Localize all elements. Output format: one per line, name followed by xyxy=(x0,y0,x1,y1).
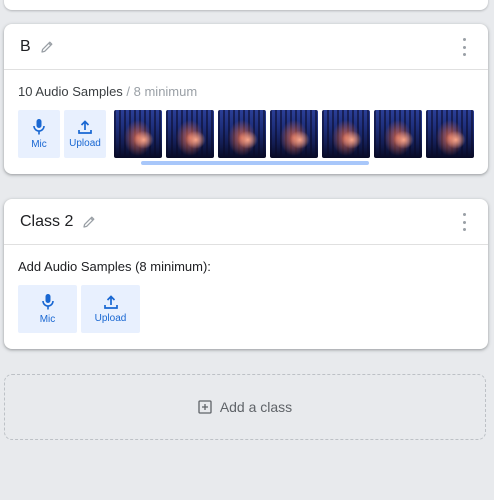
class-card-header: Class 2 xyxy=(4,199,488,245)
samples-minimum-text: / 8 minimum xyxy=(122,84,198,99)
samples-count-text: 10 Audio Samples xyxy=(18,84,123,99)
more-vert-icon[interactable] xyxy=(456,38,472,56)
thumbnails-scrollbar[interactable] xyxy=(141,161,369,165)
audio-sample-thumbnail[interactable] xyxy=(374,110,422,158)
class-card-body: 10 Audio Samples / 8 minimum Mic Upload xyxy=(4,70,488,158)
sample-thumbnails xyxy=(114,110,474,158)
class-card-b: B 10 Audio Samples / 8 minimum Mic Uploa… xyxy=(4,24,488,174)
add-class-button[interactable]: Add a class xyxy=(4,374,486,440)
audio-sample-thumbnail[interactable] xyxy=(322,110,370,158)
add-box-icon xyxy=(198,400,212,414)
mic-button[interactable]: Mic xyxy=(18,285,77,333)
upload-button[interactable]: Upload xyxy=(64,110,106,158)
sample-toolbar: Mic Upload xyxy=(18,285,474,333)
audio-sample-thumbnail[interactable] xyxy=(426,110,474,158)
audio-sample-thumbnail[interactable] xyxy=(218,110,266,158)
mic-icon xyxy=(33,119,45,135)
class-card-class-2: Class 2 Add Audio Samples (8 minimum): M… xyxy=(4,199,488,349)
samples-count: 10 Audio Samples / 8 minimum xyxy=(18,84,474,99)
mic-label: Mic xyxy=(31,139,47,150)
add-samples-prompt: Add Audio Samples (8 minimum): xyxy=(18,259,211,274)
mic-button[interactable]: Mic xyxy=(18,110,60,158)
class-card-body: Add Audio Samples (8 minimum): Mic Uploa… xyxy=(4,245,488,333)
upload-button[interactable]: Upload xyxy=(81,285,140,333)
class-name[interactable]: B xyxy=(20,38,31,56)
upload-label: Upload xyxy=(94,313,127,324)
add-class-label: Add a class xyxy=(219,399,293,415)
mic-icon xyxy=(41,294,54,310)
sample-toolbar: Mic Upload xyxy=(18,110,474,158)
mic-label: Mic xyxy=(39,314,56,325)
upload-label: Upload xyxy=(69,138,101,149)
previous-class-card-edge xyxy=(4,0,488,10)
more-vert-icon[interactable] xyxy=(456,213,472,231)
pencil-icon[interactable] xyxy=(81,214,97,230)
audio-sample-thumbnail[interactable] xyxy=(166,110,214,158)
class-card-header: B xyxy=(4,24,488,70)
upload-icon xyxy=(103,295,118,309)
audio-sample-thumbnail[interactable] xyxy=(114,110,162,158)
upload-icon xyxy=(78,120,92,134)
pencil-icon[interactable] xyxy=(39,39,55,55)
audio-sample-thumbnail[interactable] xyxy=(270,110,318,158)
class-name[interactable]: Class 2 xyxy=(20,213,73,231)
